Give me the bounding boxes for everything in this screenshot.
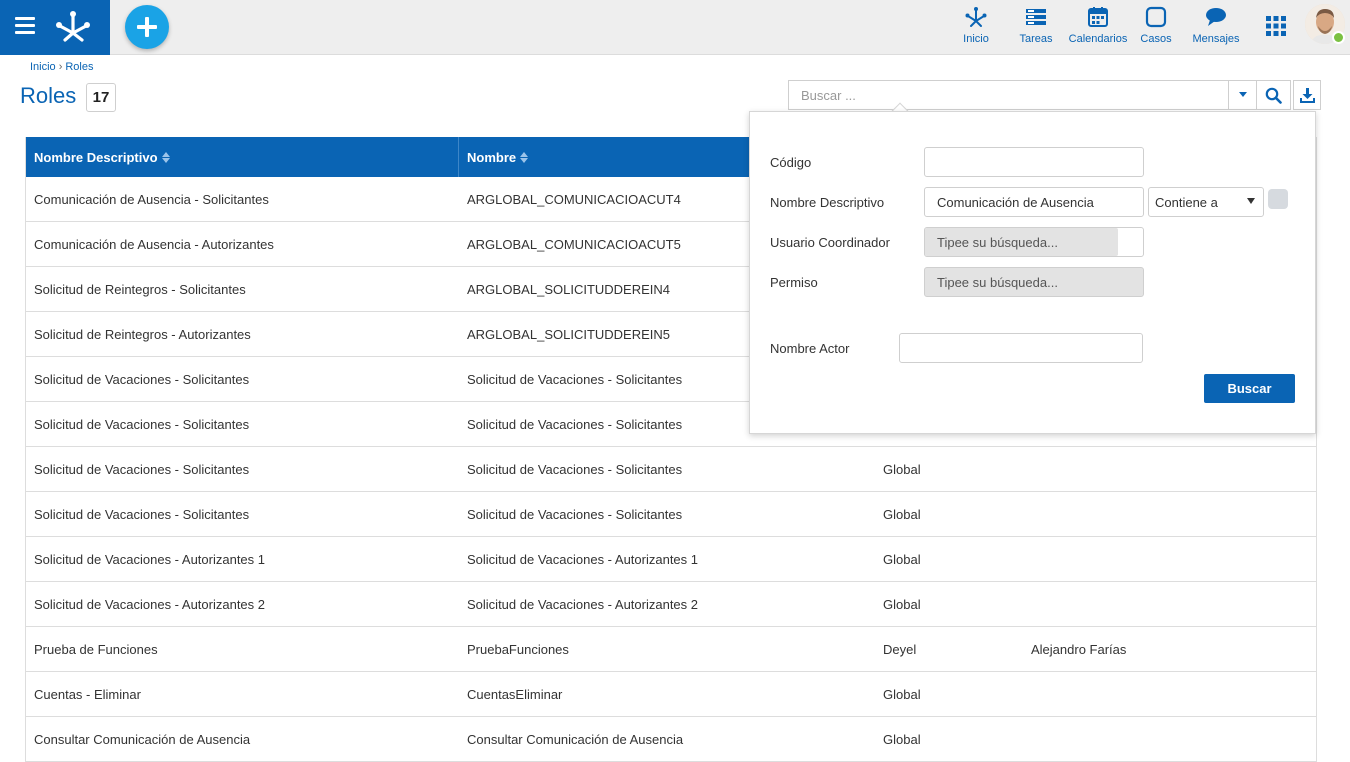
nombre-actor-field[interactable] <box>899 333 1143 363</box>
column-header-label: Nombre <box>467 149 517 165</box>
cell-nombre: ARGLOBAL_COMUNICACIOACUT4 <box>467 191 681 207</box>
nav-calendarios[interactable]: Calendarios <box>1068 6 1128 50</box>
nav-tareas-label: Tareas <box>1019 33 1053 45</box>
breadcrumb-current-link[interactable]: Roles <box>65 61 93 73</box>
breadcrumb-separator: › <box>58 61 63 73</box>
cell-nombre: PruebaFunciones <box>467 641 569 657</box>
cell-nombre-descriptivo: Cuentas - Eliminar <box>34 686 141 702</box>
usuario-coordinador-field[interactable]: Tipee su búsqueda... <box>924 227 1144 257</box>
cell-nombre-descriptivo: Comunicación de Ausencia - Autorizantes <box>34 236 274 252</box>
column-header-label: Nombre Descriptivo <box>34 149 158 165</box>
cell-ambito: Global <box>883 461 921 477</box>
table-row[interactable]: Cuentas - Eliminar CuentasEliminar Global <box>26 672 1316 717</box>
nombre-actor-label: Nombre Actor <box>770 341 850 356</box>
sort-icon <box>520 151 529 163</box>
nav-mensajes[interactable]: Mensajes <box>1192 6 1240 50</box>
online-status-badge <box>1332 31 1345 44</box>
brand-area <box>0 0 110 55</box>
download-button[interactable] <box>1293 80 1321 110</box>
codigo-label: Código <box>770 155 812 170</box>
cell-nombre-descriptivo: Solicitud de Vacaciones - Solicitantes <box>34 506 250 522</box>
buscar-button[interactable]: Buscar <box>1204 374 1295 403</box>
deyel-logo-icon <box>965 7 987 27</box>
search-options-toggle[interactable] <box>1228 80 1257 110</box>
cell-ambito: Deyel <box>883 641 917 657</box>
cell-nombre-descriptivo: Solicitud de Vacaciones - Autorizantes 2 <box>34 596 266 612</box>
search-input[interactable]: Buscar ... <box>788 80 1228 110</box>
table-row[interactable]: Solicitud de Vacaciones - Solicitantes So… <box>26 492 1316 537</box>
codigo-field[interactable] <box>924 147 1144 177</box>
nav-tareas[interactable]: Tareas <box>1018 6 1054 50</box>
sort-icon <box>161 151 170 163</box>
search-icon <box>1265 87 1282 104</box>
apps-grid-icon[interactable] <box>1266 16 1286 36</box>
record-count-badge: 17 <box>86 83 116 112</box>
column-header-nombre[interactable]: Nombre <box>459 137 759 177</box>
case-sensitive-checkbox[interactable] <box>1268 189 1288 209</box>
cell-nombre: ARGLOBAL_SOLICITUDDEREIN4 <box>467 281 671 297</box>
hamburger-menu-icon[interactable] <box>15 17 35 35</box>
cell-nombre: ARGLOBAL_COMUNICACIOACUT5 <box>467 236 681 252</box>
nav-mensajes-label: Mensajes <box>1192 33 1240 45</box>
cell-ambito: Global <box>883 686 921 702</box>
breadcrumb-home-link[interactable]: Inicio <box>30 61 56 73</box>
cell-nombre-descriptivo: Comunicación de Ausencia - Solicitantes <box>34 191 269 207</box>
permiso-label: Permiso <box>770 275 818 290</box>
nav-inicio-label: Inicio <box>963 33 989 45</box>
nombre-descriptivo-field[interactable]: Comunicación de Ausencia <box>924 187 1144 217</box>
cell-nombre: Solicitud de Vacaciones - Solicitantes <box>467 461 683 477</box>
calendar-icon <box>1088 7 1108 27</box>
cell-nombre-descriptivo: Solicitud de Vacaciones - Solicitantes <box>34 416 250 432</box>
usuario-coordinador-placeholder: Tipee su búsqueda... <box>925 228 1118 256</box>
page-title: Roles <box>20 83 77 108</box>
cell-nombre: Solicitud de Vacaciones - Solicitantes <box>467 416 683 432</box>
advanced-search-panel: Código Nombre Descriptivo Comunicación d… <box>749 111 1316 434</box>
search-button[interactable] <box>1257 80 1291 110</box>
deyel-logo-icon[interactable] <box>54 9 92 45</box>
cell-nombre-descriptivo: Solicitud de Reintegros - Autorizantes <box>34 326 251 342</box>
add-button[interactable] <box>125 5 169 49</box>
cell-nombre-descriptivo: Solicitud de Vacaciones - Solicitantes <box>34 461 250 477</box>
cell-nombre: Solicitud de Vacaciones - Autorizantes 2 <box>467 596 699 612</box>
table-row[interactable]: Solicitud de Vacaciones - Autorizantes 1… <box>26 537 1316 582</box>
cell-nombre: Solicitud de Vacaciones - Solicitantes <box>467 506 683 522</box>
cell-nombre-descriptivo: Consultar Comunicación de Ausencia <box>34 731 251 747</box>
cell-nombre: Solicitud de Vacaciones - Solicitantes <box>467 371 683 387</box>
tasks-icon <box>1026 9 1046 25</box>
caret-down-icon <box>1238 92 1247 97</box>
cell-nombre: CuentasEliminar <box>467 686 563 702</box>
caret-down-icon <box>1247 198 1255 204</box>
nombre-descriptivo-label: Nombre Descriptivo <box>770 195 885 210</box>
permiso-field[interactable]: Tipee su búsqueda... <box>924 267 1144 297</box>
cell-nombre-descriptivo: Prueba de Funciones <box>34 641 158 657</box>
cell-coordinador: Alejandro Farías <box>1031 641 1127 657</box>
cell-nombre: ARGLOBAL_SOLICITUDDEREIN5 <box>467 326 671 342</box>
nav-casos-label: Casos <box>1140 33 1172 45</box>
cell-ambito: Global <box>883 506 921 522</box>
nav-inicio[interactable]: Inicio <box>960 6 992 50</box>
chat-bubble-icon <box>1206 8 1226 26</box>
top-bar: Inicio Tareas Calendarios Casos Mensajes <box>0 0 1350 55</box>
cases-icon <box>1145 6 1167 28</box>
breadcrumb: Inicio › Roles <box>30 61 93 73</box>
cell-ambito: Global <box>883 551 921 567</box>
cell-nombre: Consultar Comunicación de Ausencia <box>467 731 684 747</box>
operator-select-value: Contiene a <box>1155 194 1218 210</box>
table-row[interactable]: Consultar Comunicación de Ausencia Consul… <box>26 717 1316 762</box>
usuario-coordinador-label: Usuario Coordinador <box>770 235 890 250</box>
nav-calendarios-label: Calendarios <box>1068 33 1128 45</box>
cell-nombre-descriptivo: Solicitud de Vacaciones - Solicitantes <box>34 371 250 387</box>
cell-ambito: Global <box>883 731 921 747</box>
cell-nombre: Solicitud de Vacaciones - Autorizantes 1 <box>467 551 699 567</box>
cell-nombre-descriptivo: Solicitud de Reintegros - Solicitantes <box>34 281 246 297</box>
column-header-nombre-descriptivo[interactable]: Nombre Descriptivo <box>26 137 458 177</box>
table-row[interactable]: Solicitud de Vacaciones - Solicitantes So… <box>26 447 1316 492</box>
cell-ambito: Global <box>883 596 921 612</box>
nav-casos[interactable]: Casos <box>1140 6 1172 50</box>
table-row[interactable]: Prueba de Funciones PruebaFunciones Deyel A… <box>26 627 1316 672</box>
operator-select[interactable]: Contiene a <box>1148 187 1264 217</box>
table-row[interactable]: Solicitud de Vacaciones - Autorizantes 2… <box>26 582 1316 627</box>
cell-nombre-descriptivo: Solicitud de Vacaciones - Autorizantes 1 <box>34 551 266 567</box>
download-icon <box>1299 87 1315 103</box>
